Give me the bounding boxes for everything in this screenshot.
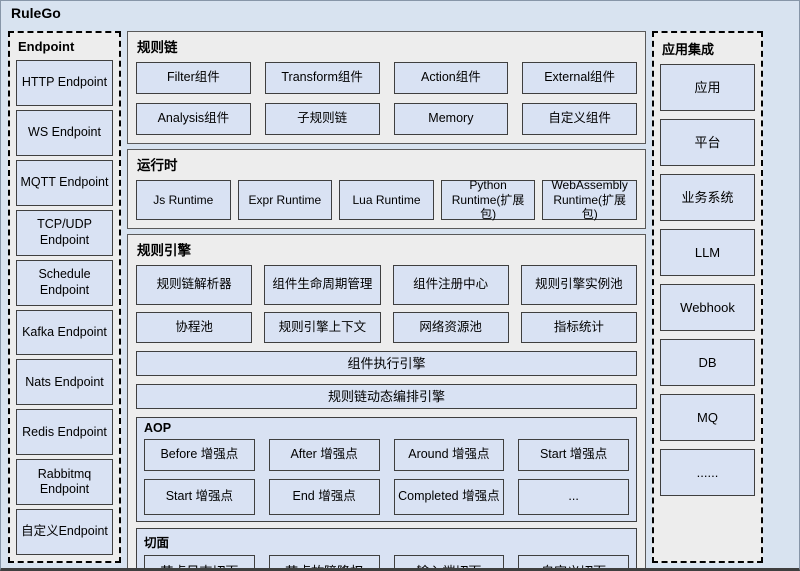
middle-column: 规则链 Filter组件 Transform组件 Action组件 Extern…: [127, 31, 646, 568]
rule-engine-section-title: 规则引擎: [137, 243, 191, 258]
runtime-item: Js Runtime: [136, 180, 231, 220]
runtime-section-title: 运行时: [137, 158, 178, 173]
endpoint-item: Rabbitmq Endpoint: [16, 459, 113, 506]
rule-chain-component: 子规则链: [264, 103, 380, 135]
rule-engine-grid: 规则链解析器 组件生命周期管理 组件注册中心 规则引擎实例池 协程池 规则引擎上…: [136, 265, 637, 343]
rule-chain-component: Transform组件: [264, 62, 380, 94]
endpoint-item: Nats Endpoint: [16, 359, 113, 406]
rule-chain-section: 规则链 Filter组件 Transform组件 Action组件 Extern…: [127, 31, 646, 144]
rule-chain-component: Action组件: [393, 62, 509, 94]
runtime-item: WebAssembly Runtime(扩展包): [542, 178, 637, 221]
rule-chain-component: External组件: [522, 62, 637, 94]
integration-item: 平台: [660, 119, 755, 166]
app-title: RuleGo: [11, 5, 61, 21]
rule-chain-component: Filter组件: [136, 62, 251, 94]
diagram-body: Endpoint HTTP Endpoint WS Endpoint MQTT …: [8, 31, 763, 568]
aspect-item: 节点日志切面: [144, 555, 255, 568]
engine-item: 指标统计: [520, 312, 637, 343]
aop-enhance-point: Start 增强点: [144, 479, 255, 515]
endpoint-item: Schedule Endpoint: [16, 259, 113, 306]
engine-item: 规则链解析器: [136, 265, 253, 305]
aop-enhance-point: After 增强点: [268, 439, 380, 471]
endpoint-item: Kafka Endpoint: [16, 309, 113, 356]
integration-item: LLM: [660, 229, 755, 276]
runtime-item: Lua Runtime: [339, 180, 434, 220]
aspect-section-title: 切面: [144, 536, 170, 550]
engine-bar-dynamic-orchestration: 规则链动态编排引擎: [136, 384, 637, 409]
integration-item: Webhook: [660, 284, 755, 331]
engine-item: 组件生命周期管理: [264, 265, 381, 305]
rule-chain-grid: Filter组件 Transform组件 Action组件 External组件…: [136, 62, 637, 135]
engine-item: 网络资源池: [392, 312, 509, 343]
endpoint-item: 自定义Endpoint: [16, 509, 113, 556]
aop-enhance-point-more: ...: [518, 479, 629, 515]
endpoint-list: HTTP Endpoint WS Endpoint MQTT Endpoint …: [16, 60, 113, 556]
aspect-section: 切面 节点日志切面 节点故障降权 输入端切面 自定义切面: [136, 528, 637, 568]
aspect-item: 输入端切面: [393, 555, 505, 568]
rule-chain-component: 自定义组件: [522, 103, 637, 135]
rule-engine-section: 规则引擎 规则链解析器 组件生命周期管理 组件注册中心 规则引擎实例池 协程池 …: [127, 234, 646, 568]
endpoint-panel-title: Endpoint: [18, 39, 75, 54]
rule-chain-component: Analysis组件: [136, 103, 251, 135]
endpoint-item: TCP/UDP Endpoint: [16, 209, 113, 256]
engine-item: 协程池: [136, 312, 253, 343]
aspect-item: 节点故障降权: [268, 555, 380, 568]
engine-bar-component-execution: 组件执行引擎: [136, 351, 637, 376]
aop-grid: Before 增强点 After 增强点 Around 增强点 Start 增强…: [144, 439, 629, 515]
integration-panel: 应用集成 应用 平台 业务系统 LLM Webhook DB MQ ......: [652, 31, 763, 563]
endpoint-item: WS Endpoint: [16, 109, 113, 156]
integration-item: DB: [660, 339, 755, 386]
endpoint-item: Redis Endpoint: [16, 409, 113, 456]
aop-section: AOP Before 增强点 After 增强点 Around 增强点 Star…: [136, 417, 637, 522]
engine-item: 规则引擎上下文: [264, 312, 381, 343]
runtime-item: Expr Runtime: [237, 180, 333, 220]
engine-item: 组件注册中心: [392, 265, 509, 305]
endpoint-panel: Endpoint HTTP Endpoint WS Endpoint MQTT …: [8, 31, 121, 563]
runtime-grid: Js Runtime Expr Runtime Lua Runtime Pyth…: [136, 178, 637, 221]
aspect-grid: 节点日志切面 节点故障降权 输入端切面 自定义切面: [144, 555, 629, 568]
aspect-item: 自定义切面: [518, 555, 629, 568]
rule-chain-component: Memory: [393, 103, 509, 135]
aop-enhance-point: Completed 增强点: [393, 479, 505, 515]
engine-item: 规则引擎实例池: [520, 265, 637, 305]
integration-item-more: ......: [660, 449, 755, 496]
aop-enhance-point: End 增强点: [268, 479, 380, 515]
rulego-architecture-diagram: RuleGo Endpoint HTTP Endpoint WS Endpoin…: [0, 0, 800, 571]
aop-enhance-point: Around 增强点: [393, 439, 505, 471]
aop-enhance-point: Start 增强点: [518, 439, 629, 471]
aop-enhance-point: Before 增强点: [144, 439, 255, 471]
integration-item: 业务系统: [660, 174, 755, 221]
endpoint-item: HTTP Endpoint: [16, 60, 113, 106]
runtime-section: 运行时 Js Runtime Expr Runtime Lua Runtime …: [127, 149, 646, 229]
aop-section-title: AOP: [144, 421, 172, 435]
runtime-item: Python Runtime(扩展包): [440, 178, 536, 221]
integration-item: 应用: [660, 64, 755, 111]
rule-chain-section-title: 规则链: [137, 40, 178, 55]
endpoint-item: MQTT Endpoint: [16, 159, 113, 206]
integration-item: MQ: [660, 394, 755, 441]
integration-panel-title: 应用集成: [662, 42, 715, 57]
integration-list: 应用 平台 业务系统 LLM Webhook DB MQ ......: [660, 64, 755, 496]
